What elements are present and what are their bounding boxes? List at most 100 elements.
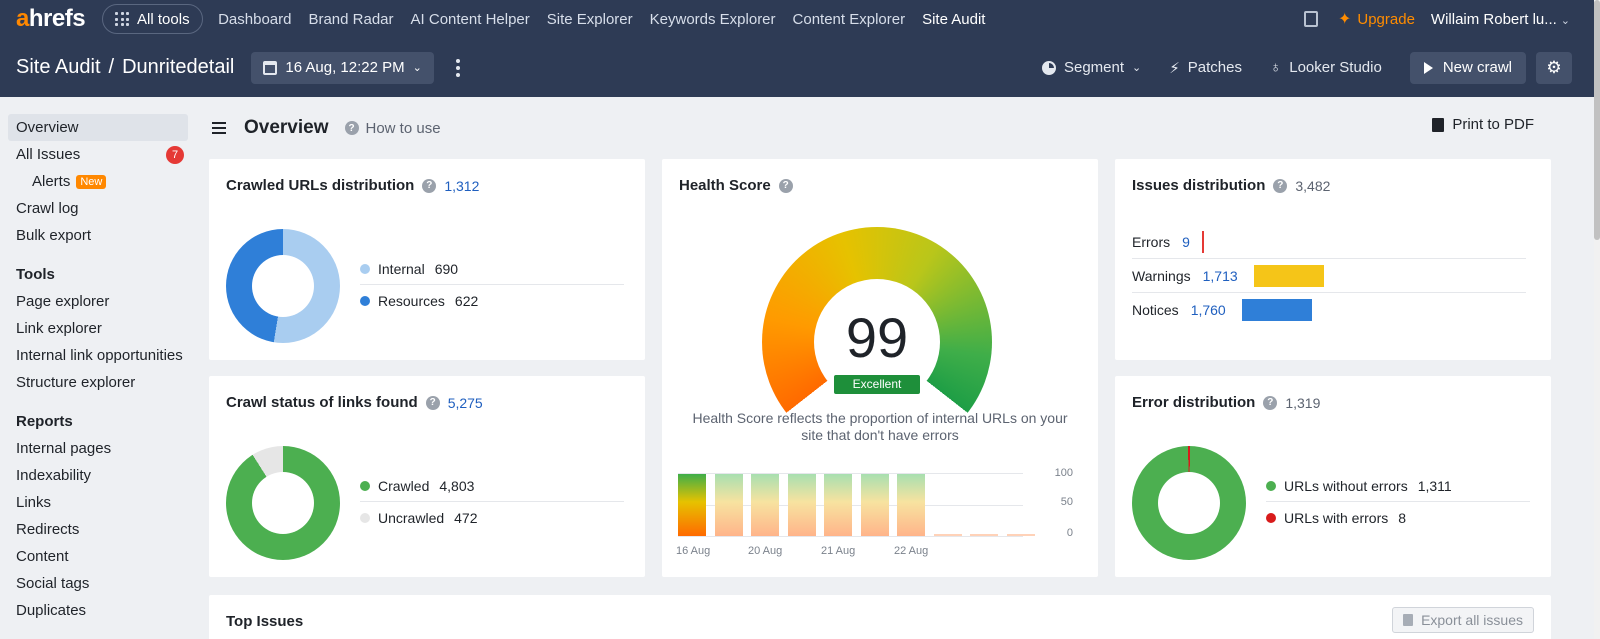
legend-row-urls-with-errors[interactable]: URLs with errors 8 — [1266, 502, 1530, 533]
how-to-use-link[interactable]: ? How to use — [344, 120, 441, 137]
looker-studio-button[interactable]: ♁ Looker Studio — [1270, 59, 1382, 76]
question-icon[interactable]: ? — [422, 178, 437, 193]
new-badge: New — [76, 174, 107, 189]
legend-dot — [1266, 512, 1276, 523]
export-all-issues-button[interactable]: Export all issues — [1392, 607, 1534, 633]
health-history-bar[interactable] — [824, 474, 852, 536]
health-history-bar[interactable] — [1006, 534, 1035, 536]
sidebar-item-link-explorer[interactable]: Link explorer — [8, 315, 188, 342]
patches-label: Patches — [1187, 59, 1242, 76]
sidebar-item-structure-explorer[interactable]: Structure explorer — [8, 369, 188, 396]
legend-row-internal[interactable]: Internal 690 — [360, 254, 624, 285]
tablet-icon[interactable] — [1303, 11, 1318, 27]
all-tools-label: All tools — [137, 10, 190, 28]
question-icon[interactable]: ? — [778, 178, 793, 193]
nav-ai-content-helper[interactable]: AI Content Helper — [402, 11, 538, 28]
issue-bar — [1241, 299, 1312, 321]
sidebar-item-duplicates[interactable]: Duplicates — [8, 597, 188, 624]
nav-keywords-explorer[interactable]: Keywords Explorer — [641, 11, 784, 28]
issue-bar — [1253, 264, 1324, 287]
health-history-bar[interactable] — [787, 474, 816, 536]
sidebar-item-all-issues[interactable]: All Issues 7 — [8, 141, 188, 168]
card-title: Error distribution ? 1,319 — [1132, 394, 1320, 411]
new-crawl-button[interactable]: New crawl — [1409, 51, 1526, 84]
segment-dropdown[interactable]: Segment ⌄ — [1041, 59, 1141, 76]
legend-value: 1,311 — [1417, 478, 1452, 494]
breadcrumb-project[interactable]: Dunritedetail — [122, 56, 234, 78]
sidebar-item-alerts[interactable]: Alerts New — [8, 168, 188, 195]
health-history-bar[interactable] — [860, 474, 889, 536]
question-icon[interactable]: ? — [1263, 395, 1278, 410]
legend-row-crawled[interactable]: Crawled 4,803 — [360, 471, 624, 502]
crawled-urls-donut[interactable] — [226, 229, 340, 343]
crawl-status-donut[interactable] — [226, 446, 340, 560]
ahrefs-logo[interactable]: ahrefs — [16, 7, 86, 31]
upgrade-link[interactable]: ✦ Upgrade — [1338, 9, 1415, 29]
hamburger-menu-icon[interactable] — [212, 122, 226, 134]
legend-row-uncrawled[interactable]: Uncrawled 472 — [360, 502, 624, 533]
breadcrumb-tool[interactable]: Site Audit — [16, 56, 101, 78]
crawl-status-card: Crawl status of links found ? 5,275 Craw… — [209, 376, 645, 577]
nav-dashboard[interactable]: Dashboard — [210, 11, 300, 28]
card-title: Crawled URLs distribution ? 1,312 — [226, 177, 479, 194]
legend-row-resources[interactable]: Resources 622 — [360, 285, 624, 316]
crawl-date-dropdown[interactable]: 16 Aug, 12:22 PM ⌄ — [251, 51, 434, 84]
health-score-card: Health Score ? 99 Excellent Health Score… — [662, 159, 1098, 577]
sidebar-item-social-tags[interactable]: Social tags — [8, 570, 188, 597]
nav-site-explorer[interactable]: Site Explorer — [538, 11, 641, 28]
health-history-bar[interactable] — [933, 534, 962, 536]
legend-value: 4,803 — [439, 478, 475, 494]
health-history-bar[interactable] — [970, 534, 998, 536]
patches-button[interactable]: ⚡ Patches — [1169, 59, 1242, 77]
sidebar-item-label: Link explorer — [16, 320, 102, 337]
sidebar-item-redirects[interactable]: Redirects — [8, 516, 188, 543]
legend-dot — [360, 264, 370, 274]
sidebar-item-page-explorer[interactable]: Page explorer — [8, 288, 188, 315]
issue-count[interactable]: 1,713 — [1203, 268, 1238, 284]
question-icon[interactable]: ? — [1273, 178, 1288, 193]
sidebar-item-bulk-export[interactable]: Bulk export — [8, 222, 188, 249]
sidebar-item-internal-link-opportunities[interactable]: Internal link opportunities — [8, 342, 188, 369]
sidebar-item-overview[interactable]: Overview — [8, 114, 188, 141]
legend-label: Crawled — [378, 478, 430, 494]
sidebar: Overview All Issues 7 Alerts New Crawl log… — [0, 97, 196, 639]
health-history-bar[interactable] — [714, 474, 743, 536]
sidebar-item-indexability[interactable]: Indexability — [8, 462, 188, 489]
legend-row-urls-without-errors[interactable]: URLs without errors 1,311 — [1266, 471, 1530, 502]
nav-brand-radar[interactable]: Brand Radar — [300, 11, 402, 28]
issue-count[interactable]: 1,760 — [1191, 302, 1226, 318]
issue-row-notices[interactable]: Notices 1,760 — [1132, 293, 1526, 327]
card-count[interactable]: 1,312 — [444, 178, 479, 194]
settings-button[interactable]: ⚙ — [1536, 51, 1572, 84]
health-history-bar[interactable] — [678, 474, 706, 536]
card-count[interactable]: 5,275 — [448, 395, 483, 411]
sidebar-heading-reports: Reports — [16, 413, 73, 430]
sidebar-item-label: Internal pages — [16, 440, 112, 457]
print-to-pdf-label: Print to PDF — [1452, 116, 1534, 133]
health-history-chart[interactable]: 100 50 0 16 Aug 20 Aug 21 Aug 22 Aug — [676, 467, 1073, 557]
sidebar-item-links[interactable]: Links — [8, 489, 188, 516]
sidebar-item-label: Social tags — [16, 575, 90, 592]
more-options-icon[interactable] — [455, 58, 460, 77]
page-scrollbar[interactable] — [1594, 0, 1600, 639]
question-icon[interactable]: ? — [425, 395, 440, 410]
sidebar-item-label: All Issues — [16, 146, 81, 163]
nav-content-explorer[interactable]: Content Explorer — [784, 11, 914, 28]
print-to-pdf-button[interactable]: Print to PDF — [1432, 116, 1534, 133]
sidebar-item-label: Page explorer — [16, 293, 110, 310]
scrollbar-thumb[interactable] — [1594, 0, 1600, 240]
issue-row-errors[interactable]: Errors 9 — [1132, 225, 1526, 259]
user-menu[interactable]: Willaim Robert lu... ⌄ — [1431, 11, 1570, 28]
error-distribution-donut[interactable] — [1132, 446, 1246, 560]
issue-count[interactable]: 9 — [1182, 234, 1190, 250]
sidebar-item-crawl-log[interactable]: Crawl log — [8, 195, 188, 222]
sidebar-item-internal-pages[interactable]: Internal pages — [8, 435, 188, 462]
health-history-bar[interactable] — [897, 474, 925, 536]
gear-icon: ⚙ — [1546, 57, 1562, 77]
sidebar-item-content[interactable]: Content — [8, 543, 188, 570]
health-history-bar[interactable] — [751, 474, 779, 536]
nav-site-audit[interactable]: Site Audit — [914, 11, 994, 28]
sidebar-item-label: Crawl log — [16, 200, 79, 217]
issue-row-warnings[interactable]: Warnings 1,713 — [1132, 259, 1526, 293]
all-tools-button[interactable]: All tools — [102, 4, 203, 34]
